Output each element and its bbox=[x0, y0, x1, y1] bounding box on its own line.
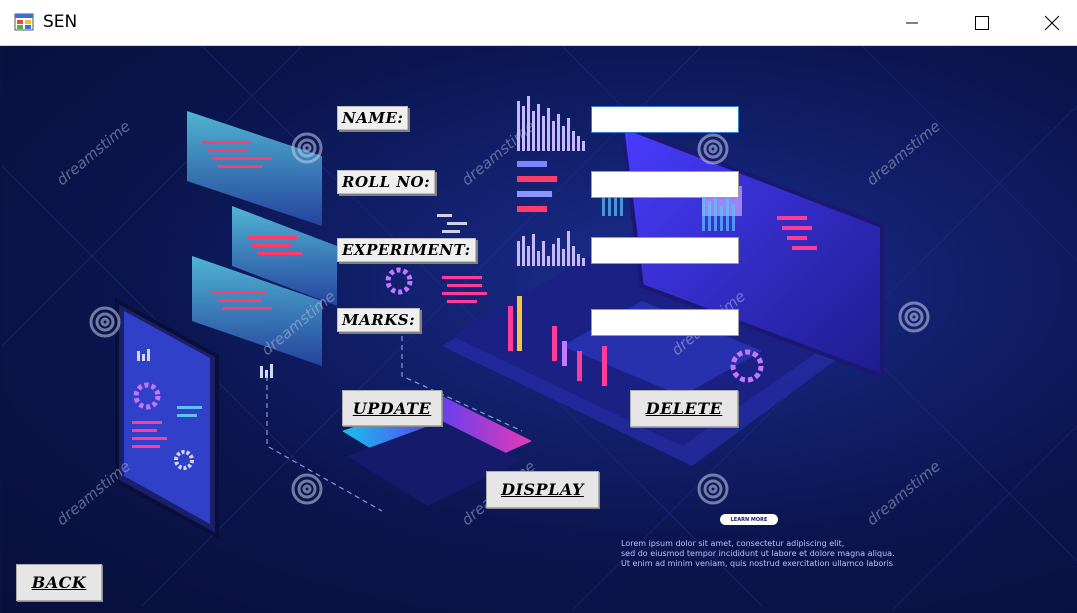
close-button[interactable] bbox=[1017, 0, 1077, 45]
background-illustration: dreamstime dreamstime dreamstime dreamst… bbox=[2, 46, 1077, 612]
roll-no-label: ROLL NO: bbox=[337, 170, 436, 194]
window-title: SEN bbox=[43, 12, 78, 32]
close-icon bbox=[1044, 15, 1060, 30]
back-button[interactable]: BACK bbox=[16, 564, 102, 601]
lorem-text: Lorem ipsum dolor sit amet, consectetur … bbox=[621, 539, 895, 569]
experiment-field[interactable] bbox=[591, 237, 739, 264]
display-button[interactable]: DISPLAY bbox=[486, 471, 599, 508]
update-button[interactable]: UPDATE bbox=[342, 390, 442, 426]
watermark-text: dreamstime bbox=[53, 457, 134, 529]
delete-button[interactable]: DELETE bbox=[630, 390, 738, 427]
experiment-label: EXPERIMENT: bbox=[337, 238, 476, 262]
lorem-line: Lorem ipsum dolor sit amet, consectetur … bbox=[621, 539, 845, 548]
maximize-button[interactable] bbox=[947, 0, 1017, 45]
title-bar: SEN bbox=[0, 0, 1077, 46]
roll-no-field[interactable] bbox=[591, 171, 739, 198]
marks-field[interactable] bbox=[591, 309, 739, 336]
minimize-button[interactable] bbox=[877, 0, 947, 45]
name-field[interactable] bbox=[591, 106, 739, 133]
watermark-text: dreamstime bbox=[863, 457, 944, 529]
minimize-icon bbox=[906, 22, 918, 23]
watermark-text: dreamstime bbox=[53, 117, 134, 189]
lorem-line: sed do eiusmod tempor incididunt ut labo… bbox=[621, 549, 895, 558]
maximize-icon bbox=[975, 15, 989, 30]
watermark-text: dreamstime bbox=[863, 117, 944, 189]
form-client-area: dreamstime dreamstime dreamstime dreamst… bbox=[2, 46, 1077, 613]
marks-label: MARKS: bbox=[337, 308, 421, 332]
lorem-line: Ut enim ad minim veniam, quis nostrud ex… bbox=[621, 559, 893, 568]
windows-form-icon bbox=[14, 13, 34, 31]
name-label: NAME: bbox=[337, 106, 409, 130]
learn-more-badge: LEARN MORE bbox=[720, 514, 778, 525]
